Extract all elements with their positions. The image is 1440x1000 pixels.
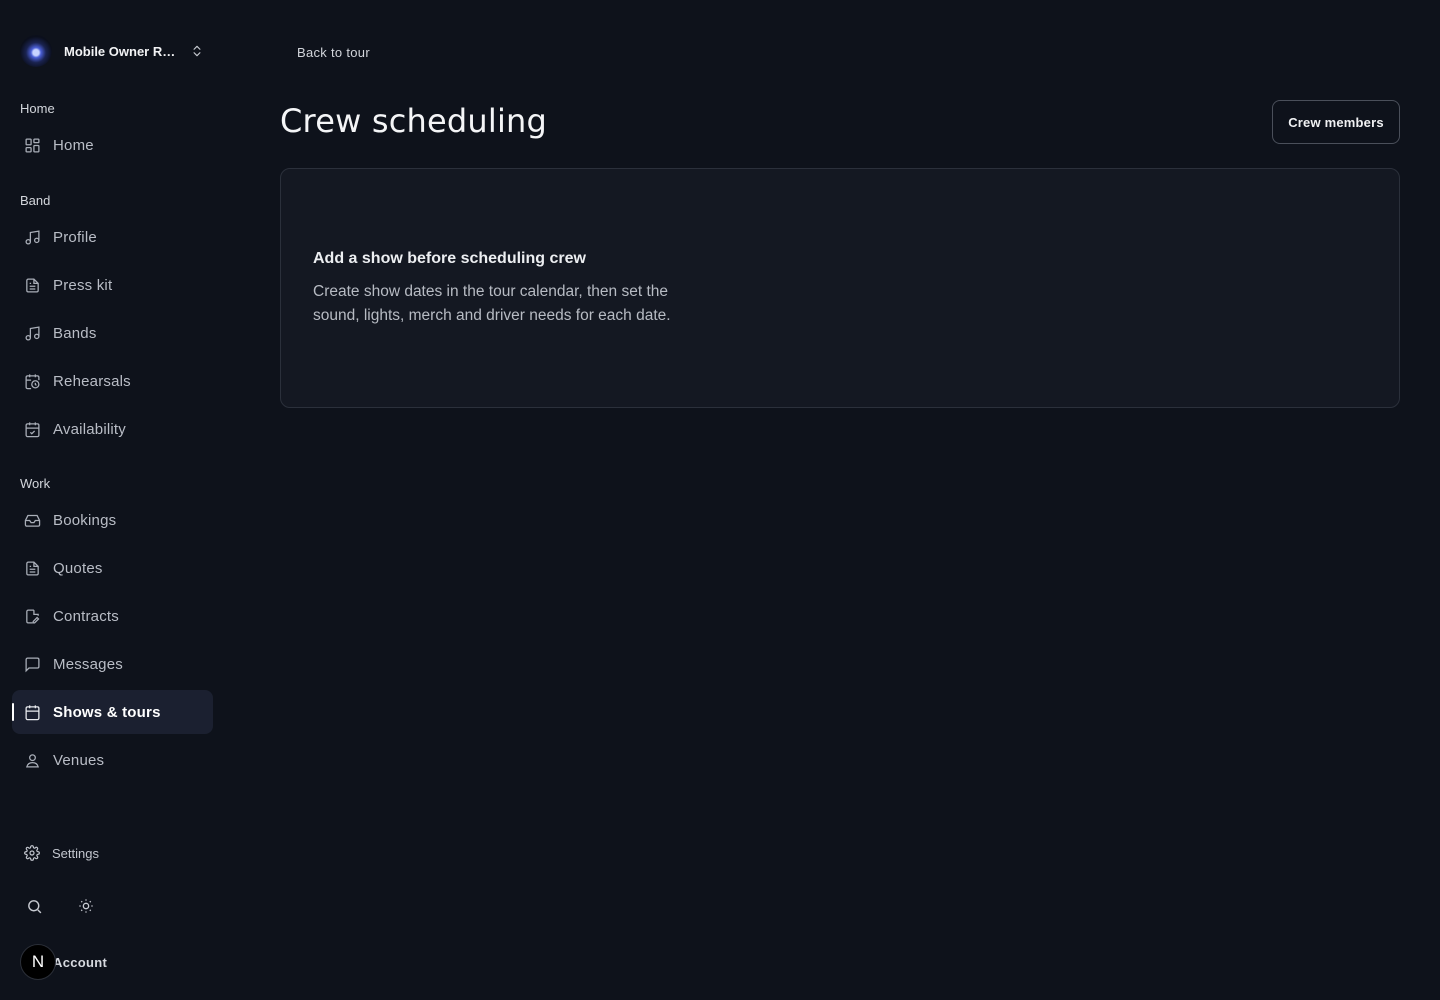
chevron-up-down-icon [193, 45, 201, 57]
sidebar-item-bands[interactable]: Bands [12, 311, 213, 355]
sidebar-item-home[interactable]: Home [12, 123, 213, 167]
empty-state-card: Add a show before scheduling crew Create… [280, 168, 1400, 408]
sidebar-item-venues[interactable]: Venues [12, 738, 213, 782]
message-icon [25, 656, 40, 672]
section-label-home: Home [20, 101, 55, 116]
empty-state-text: Create show dates in the tour calendar, … [313, 283, 671, 324]
music-note-icon [25, 325, 40, 341]
sidebar-item-quotes[interactable]: Quotes [12, 546, 213, 590]
user-pin-icon [26, 753, 39, 768]
sidebar-item-profile[interactable]: Profile [12, 215, 213, 259]
sidebar-item-rehearsals[interactable]: Rehearsals [12, 359, 213, 403]
sidebar-item-contracts[interactable]: Contracts [12, 594, 213, 638]
sidebar-item-press-kit[interactable]: Press kit [12, 263, 213, 307]
settings-label: Settings [52, 845, 99, 861]
sidebar-item-messages[interactable]: Messages [12, 642, 213, 686]
calendar-icon [25, 704, 40, 720]
empty-state-title: Add a show before scheduling crew [313, 250, 586, 267]
section-label-band: Band [20, 193, 51, 208]
sidebar-item-availability[interactable]: Availability [12, 407, 213, 451]
inbox-icon [24, 514, 41, 527]
sun-icon [79, 899, 93, 913]
back-to-tour-link[interactable]: Back to tour [297, 45, 370, 60]
document-icon [26, 277, 39, 293]
page-title: Crew scheduling [280, 102, 548, 140]
search-button[interactable] [20, 892, 48, 920]
sidebar-item-label: Bookings [53, 511, 117, 529]
sidebar-item-label: Profile [53, 228, 97, 246]
account-button[interactable]: N Account [20, 944, 107, 980]
section-label-work: Work [20, 476, 51, 491]
search-icon [27, 899, 41, 913]
sidebar-item-label: Availability [53, 420, 126, 438]
org-switcher[interactable]: Mobile Owner Re... [12, 32, 212, 70]
sidebar-item-shows-tours[interactable]: Shows & tours [12, 690, 213, 734]
theme-toggle-button[interactable] [72, 892, 100, 920]
calendar-check-icon [25, 421, 40, 437]
document-edit-icon [26, 608, 40, 624]
avatar: N [20, 944, 56, 980]
sidebar-item-label: Shows & tours [53, 703, 161, 721]
calendar-clock-icon [25, 373, 40, 389]
music-note-icon [25, 229, 40, 245]
sidebar-item-label: Quotes [53, 559, 103, 577]
grid-icon [25, 137, 40, 153]
sidebar-item-label: Messages [53, 655, 123, 673]
sidebar-item-label: Venues [53, 751, 105, 769]
sidebar-item-label: Bands [53, 324, 97, 342]
sidebar: Mobile Owner Re... Home Home Band Profil… [0, 0, 228, 1000]
sidebar-item-label: Contracts [53, 607, 119, 625]
sidebar-item-label: Home [53, 136, 94, 154]
sidebar-item-label: Press kit [53, 276, 113, 294]
document-icon [26, 560, 39, 576]
sidebar-item-bookings[interactable]: Bookings [12, 498, 213, 542]
sidebar-item-label: Rehearsals [53, 372, 131, 390]
account-label: Account [53, 954, 108, 970]
crew-members-button[interactable]: Crew members [1272, 100, 1400, 144]
org-name: Mobile Owner Re... [64, 43, 176, 59]
settings-link[interactable]: Settings [12, 836, 213, 870]
gear-icon [24, 845, 40, 861]
org-logo [20, 35, 52, 67]
